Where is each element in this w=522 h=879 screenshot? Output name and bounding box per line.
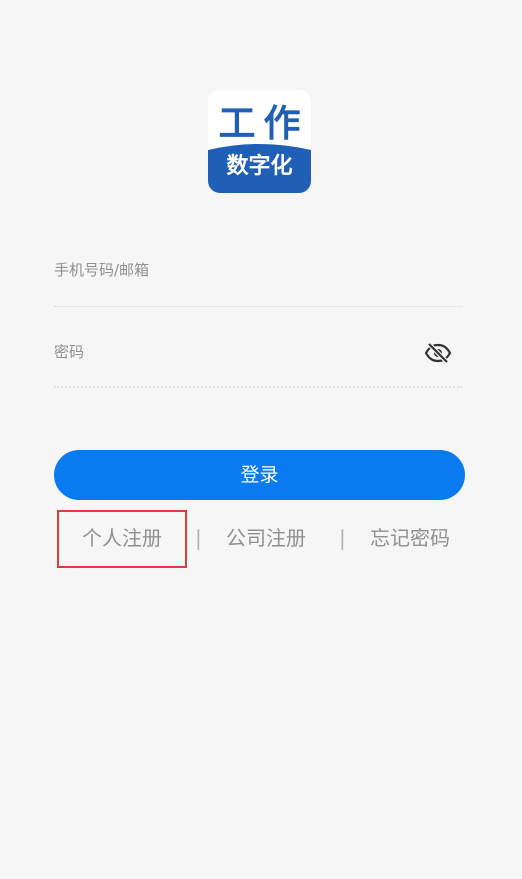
eye-off-icon[interactable] [424,341,452,365]
login-button[interactable]: 登录 [54,450,465,500]
link-separator: | [339,526,346,550]
forgot-password-link[interactable]: 忘记密码 [370,524,450,552]
password-field [54,332,462,388]
app-logo: 工作 数字化 [208,90,311,193]
logo-top-text: 工作 [218,102,309,145]
logo-bottom-text: 数字化 [226,154,293,179]
company-register-link[interactable]: 公司注册 [226,524,306,552]
account-field [54,250,462,307]
account-input[interactable] [54,250,394,290]
personal-register-link[interactable]: 个人注册 [82,524,162,552]
password-input[interactable] [54,332,394,372]
link-separator: | [195,526,202,550]
